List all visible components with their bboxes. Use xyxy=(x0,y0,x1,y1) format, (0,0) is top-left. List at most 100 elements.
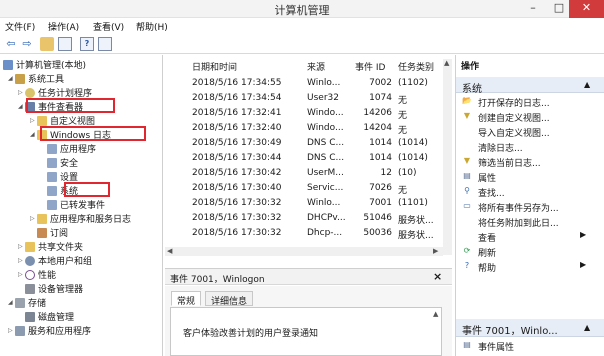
menu-action[interactable]: 操作(A) xyxy=(48,20,79,33)
tree-node-security[interactable]: 安全 xyxy=(47,156,78,169)
close-button[interactable]: ✕ xyxy=(569,0,604,18)
title-bar: 计算机管理 – □ ✕ xyxy=(0,0,604,18)
expand-arrow-icon[interactable]: ◢ xyxy=(18,103,25,110)
cell-task-category: 无 xyxy=(398,126,408,136)
table-row[interactable]: 2018/5/16 17:34:55 Winlo... 7002 (1102) xyxy=(165,77,447,90)
tree-node-forwarded-events[interactable]: 已转发事件 xyxy=(47,198,105,211)
show-hide-tree-icon[interactable] xyxy=(58,37,72,51)
collapse-arrow-icon[interactable]: ▷ xyxy=(18,271,25,278)
tree-node-application[interactable]: 应用程序 xyxy=(47,142,96,155)
table-row[interactable]: 2018/5/16 17:30:42 UserM... 12 (10) xyxy=(165,167,447,180)
performance-icon xyxy=(25,269,35,280)
table-row[interactable]: 2018/5/16 17:30:32 Dhcp-... 50036 服务状... xyxy=(165,227,447,241)
collapse-up-icon[interactable]: ▲ xyxy=(584,323,590,332)
expand-arrow-icon[interactable]: ◢ xyxy=(8,299,15,306)
action-label: 帮助 xyxy=(478,264,497,274)
cell-source: Winlo... xyxy=(307,78,341,88)
collapse-arrow-icon[interactable]: ▷ xyxy=(30,117,37,124)
collapse-arrow-icon[interactable]: ▷ xyxy=(30,215,37,222)
tree-node-disk-management[interactable]: 磁盘管理 xyxy=(25,310,74,323)
collapse-arrow-icon[interactable]: ▷ xyxy=(18,243,25,250)
scroll-left-icon[interactable]: ◀ xyxy=(167,247,172,255)
cell-datetime: 2018/5/16 17:32:40 xyxy=(192,123,282,133)
cell-event-id: 14204 xyxy=(363,123,392,133)
scroll-right-icon[interactable]: ▶ xyxy=(433,247,438,255)
menu-view[interactable]: 查看(V) xyxy=(93,20,124,33)
cell-datetime: 2018/5/16 17:30:49 xyxy=(192,138,282,148)
action-item[interactable]: ▼ 筛选当前日志... xyxy=(456,155,596,169)
help-icon[interactable]: ? xyxy=(80,37,94,51)
tree-node-subscriptions[interactable]: 订阅 xyxy=(37,226,68,239)
action-item[interactable]: 查看 ▶ xyxy=(456,230,596,244)
actions-section-title: 系统 xyxy=(462,84,482,95)
tree-node-device-manager[interactable]: 设备管理器 xyxy=(25,282,83,295)
collapse-arrow-icon[interactable]: ▷ xyxy=(18,89,25,96)
tree-node-task-scheduler[interactable]: ▷ 任务计划程序 xyxy=(18,86,92,99)
tree-node-app-service-logs[interactable]: ▷ 应用程序和服务日志 xyxy=(30,212,131,225)
action-item[interactable]: ▤ 事件属性 xyxy=(456,339,596,353)
actions-section-system[interactable]: 系统 ▲ xyxy=(456,77,604,95)
scroll-up-icon[interactable]: ▲ xyxy=(433,310,438,318)
action-item[interactable]: ▼ 创建自定义视图... xyxy=(456,110,596,124)
tree-node-system-tools[interactable]: ◢ 系统工具 xyxy=(8,72,64,85)
action-label: 查找... xyxy=(478,189,505,199)
scroll-up-icon[interactable]: ▲ xyxy=(444,59,449,67)
action-item[interactable]: ▤ 属性 xyxy=(456,170,596,184)
table-row[interactable]: 2018/5/16 17:34:54 User32 1074 无 xyxy=(165,92,447,106)
table-row[interactable]: 2018/5/16 17:30:40 Servic... 7026 无 xyxy=(165,182,447,196)
table-row[interactable]: 2018/5/16 17:32:41 Windo... 14206 无 xyxy=(165,107,447,121)
tab-general[interactable]: 常规 xyxy=(171,291,202,307)
event-properties-icon: ▤ xyxy=(463,340,471,349)
action-item[interactable]: 📂 打开保存的日志... xyxy=(456,95,596,109)
tree-node-services-apps[interactable]: ▷ 服务和应用程序 xyxy=(8,324,91,337)
cell-source: Windo... xyxy=(307,108,344,118)
event-list-vertical-scrollbar[interactable]: ▲ xyxy=(443,59,452,255)
table-row[interactable]: 2018/5/16 17:30:32 Winlo... 7001 (1101) xyxy=(165,197,447,210)
action-item[interactable]: 将任务附加到此日... xyxy=(456,215,596,229)
back-arrow-icon[interactable]: ⇦ xyxy=(4,37,18,51)
action-item[interactable]: ⟳ 刷新 xyxy=(456,245,596,259)
actions-section-event[interactable]: 事件 7001，Winlo... ▲ xyxy=(456,319,604,337)
table-row[interactable]: 2018/5/16 17:30:49 DNS C... 1014 (1014) xyxy=(165,137,447,150)
tab-details[interactable]: 详细信息 xyxy=(205,291,254,307)
action-label: 属性 xyxy=(478,174,497,184)
expand-arrow-icon[interactable]: ◢ xyxy=(30,131,37,138)
table-row[interactable]: 2018/5/16 17:32:40 Windo... 14204 无 xyxy=(165,122,447,136)
action-item[interactable]: 清除日志... xyxy=(456,140,596,154)
close-detail-icon[interactable]: × xyxy=(433,270,442,283)
collapse-arrow-icon[interactable]: ▷ xyxy=(18,257,25,264)
forward-arrow-icon[interactable]: ⇨ xyxy=(20,37,34,51)
cell-event-id: 7001 xyxy=(369,198,392,208)
menu-bar: 文件(F) 操作(A) 查看(V) 帮助(H) xyxy=(0,18,604,34)
action-item[interactable]: ▭ 将所有事件另存为... xyxy=(456,200,596,214)
cell-event-id: 51046 xyxy=(363,213,392,223)
event-list-horizontal-scrollbar[interactable]: ◀ ▶ xyxy=(165,247,443,256)
menu-file[interactable]: 文件(F) xyxy=(5,20,35,33)
action-item[interactable]: ? 帮助 ▶ xyxy=(456,260,596,274)
action-label: 将所有事件另存为... xyxy=(478,204,559,214)
tree-node-storage[interactable]: ◢ 存储 xyxy=(8,296,46,309)
minimize-button[interactable]: – xyxy=(520,0,546,18)
collapse-arrow-icon[interactable]: ▷ xyxy=(8,327,15,334)
tree-node-setup[interactable]: 设置 xyxy=(47,170,78,183)
tree-node-computer-management[interactable]: 计算机管理(本地) xyxy=(3,58,86,71)
tree-node-local-users[interactable]: ▷ 本地用户和组 xyxy=(18,254,92,267)
create-view-icon: ▼ xyxy=(463,111,471,120)
table-row[interactable]: 2018/5/16 17:30:32 DHCPv... 51046 服务状... xyxy=(165,212,447,226)
tree-node-performance[interactable]: ▷ 性能 xyxy=(18,268,56,281)
cell-source: DNS C... xyxy=(307,153,345,163)
collapse-up-icon[interactable]: ▲ xyxy=(584,80,590,89)
tree-node-shared-folders[interactable]: ▷ 共享文件夹 xyxy=(18,240,83,253)
cell-datetime: 2018/5/16 17:32:41 xyxy=(192,108,282,118)
table-row[interactable]: 2018/5/16 17:30:44 DNS C... 1014 (1014) xyxy=(165,152,447,165)
action-label: 导入自定义视图... xyxy=(478,129,550,139)
action-item[interactable]: 导入自定义视图... xyxy=(456,125,596,139)
action-item[interactable]: ⚲ 查找... xyxy=(456,185,596,199)
tree-node-custom-views[interactable]: ▷ 自定义视图 xyxy=(30,114,95,127)
menu-help[interactable]: 帮助(H) xyxy=(136,20,168,33)
submenu-arrow-icon: ▶ xyxy=(580,260,587,269)
show-action-pane-icon[interactable] xyxy=(98,37,112,51)
expand-arrow-icon[interactable]: ◢ xyxy=(8,75,15,82)
cell-task-category: 无 xyxy=(398,96,408,106)
up-folder-icon[interactable] xyxy=(40,37,54,51)
